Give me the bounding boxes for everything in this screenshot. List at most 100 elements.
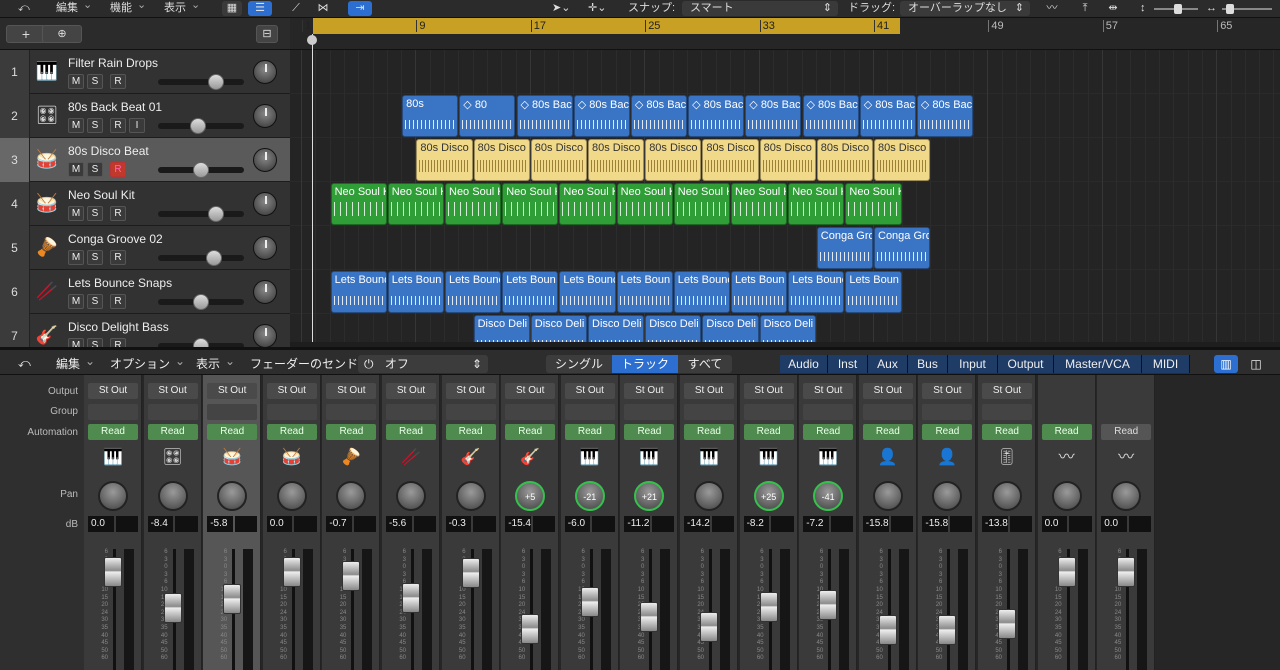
region[interactable]: Neo Soul K <box>330 183 387 225</box>
pan-knob[interactable]: +25 <box>753 481 784 511</box>
back-arrow-icon[interactable]: ⤺ <box>18 0 30 18</box>
automation-mode[interactable]: Read <box>266 424 317 440</box>
region[interactable]: 80s Disco <box>816 139 873 181</box>
volume-fader[interactable] <box>819 590 838 620</box>
pan-knob[interactable]: +21 <box>634 481 665 511</box>
volume-fader[interactable] <box>640 602 659 632</box>
group-slot[interactable] <box>326 404 377 420</box>
back-arrow-icon[interactable]: ⤺ <box>18 354 31 372</box>
region[interactable]: Lets Bounc <box>673 271 730 313</box>
track-lane[interactable] <box>290 226 1280 270</box>
horizontal-zoom-slider[interactable] <box>1222 4 1272 14</box>
region[interactable]: 80s Disco <box>874 139 931 181</box>
track-name[interactable]: Filter Rain Drops <box>68 56 158 70</box>
group-slot[interactable] <box>207 404 258 420</box>
automation-mode[interactable]: Read <box>147 424 198 440</box>
automation-mode[interactable]: Read <box>982 424 1032 440</box>
output-slot[interactable]: St Out <box>564 383 615 399</box>
fit-vertical-icon[interactable]: ⤒ <box>1074 1 1096 16</box>
group-slot[interactable] <box>624 404 675 420</box>
output-slot[interactable]: St Out <box>862 383 913 399</box>
group-slot[interactable] <box>982 404 1032 420</box>
region[interactable]: Neo Soul K <box>445 183 502 225</box>
volume-slider[interactable] <box>158 74 244 90</box>
volume-slider[interactable] <box>158 206 244 222</box>
waveform-zoom-icon[interactable]: 〰 <box>1040 1 1064 16</box>
pan-knob[interactable] <box>1111 481 1142 511</box>
volume-fader[interactable] <box>998 609 1016 639</box>
pan-knob[interactable] <box>253 280 277 304</box>
pan-knob[interactable] <box>253 148 277 172</box>
region[interactable]: Lets Bounc <box>788 271 845 313</box>
volume-knob[interactable] <box>193 162 209 178</box>
volume-knob[interactable] <box>208 74 224 90</box>
volume-fader[interactable] <box>759 592 778 622</box>
output-slot[interactable]: St Out <box>743 383 794 399</box>
automation-mode[interactable]: Read <box>803 424 854 440</box>
edit-menu[interactable]: 編集 <box>56 0 92 18</box>
pan-knob[interactable]: -41 <box>813 481 844 511</box>
automation-mode[interactable]: Read <box>88 424 138 440</box>
volume-fader[interactable] <box>580 587 599 617</box>
volume-fader[interactable] <box>104 557 122 587</box>
automation-mode[interactable]: Read <box>1041 424 1092 440</box>
global-tracks-button[interactable]: ⊟ <box>256 25 278 43</box>
playhead[interactable] <box>312 34 313 342</box>
pan-knob[interactable] <box>253 192 277 216</box>
region[interactable]: Conga Gro <box>816 227 873 269</box>
solo-button[interactable]: S <box>87 294 103 309</box>
record-enable-button[interactable]: R <box>110 74 126 89</box>
volume-slider[interactable] <box>158 250 244 266</box>
automation-mode[interactable]: Read <box>922 424 973 440</box>
mixer-view-menu[interactable]: 表示 <box>196 355 235 373</box>
volume-knob[interactable] <box>206 250 222 266</box>
pan-knob[interactable] <box>872 481 903 511</box>
mute-button[interactable]: M <box>68 206 84 221</box>
mixer-options-menu[interactable]: オプション <box>110 355 185 373</box>
volume-fader[interactable] <box>1117 557 1136 587</box>
pan-knob[interactable] <box>253 236 277 260</box>
view-menu[interactable]: 表示 <box>164 0 200 18</box>
track-lane[interactable] <box>290 50 1280 94</box>
output-slot[interactable]: St Out <box>684 383 734 399</box>
region[interactable]: Neo Soul K <box>845 183 902 225</box>
volume-slider[interactable] <box>158 162 244 178</box>
region[interactable]: Disco Deli <box>645 315 702 342</box>
pan-knob[interactable] <box>253 104 277 128</box>
region[interactable]: Neo Soul K <box>616 183 673 225</box>
group-slot[interactable] <box>743 404 794 420</box>
output-slot[interactable]: St Out <box>147 383 198 399</box>
region[interactable]: Conga Gro <box>874 227 931 269</box>
pan-knob[interactable] <box>455 481 486 511</box>
crosshair-tool-icon[interactable]: ✛⌄ <box>588 0 606 18</box>
region[interactable]: Neo Soul K <box>731 183 788 225</box>
filter-bus[interactable]: Bus <box>908 355 948 373</box>
region[interactable]: Lets Boun <box>387 271 444 313</box>
output-slot[interactable]: St Out <box>386 383 436 399</box>
output-slot[interactable]: St Out <box>445 383 496 399</box>
track-header[interactable]: 3 🥁 80s Disco Beat M S R <box>0 138 290 182</box>
automation-mode[interactable]: Read <box>445 424 496 440</box>
region[interactable]: ◇ 80s Back <box>630 95 688 137</box>
add-track-button[interactable]: + <box>6 25 46 43</box>
volume-fader[interactable] <box>402 583 420 613</box>
pointer-tool-icon[interactable]: ➤⌄ <box>552 0 570 18</box>
pan-knob[interactable] <box>932 481 963 511</box>
output-slot[interactable]: St Out <box>207 383 258 399</box>
volume-fader[interactable] <box>700 612 718 642</box>
volume-fader[interactable] <box>461 558 480 588</box>
mute-button[interactable]: M <box>68 250 84 265</box>
pan-knob[interactable] <box>253 324 277 348</box>
function-menu[interactable]: 機能 <box>110 0 146 18</box>
pan-knob[interactable] <box>157 481 188 511</box>
region[interactable]: Lets Boun <box>845 271 902 313</box>
volume-fader[interactable] <box>282 557 301 587</box>
group-slot[interactable] <box>922 404 973 420</box>
region[interactable]: Neo Soul K <box>788 183 845 225</box>
region[interactable]: Neo Soul K <box>502 183 559 225</box>
flex-icon[interactable]: ⋈ <box>312 1 334 16</box>
region[interactable]: ◇ 80s Back <box>745 95 802 137</box>
pan-knob[interactable] <box>217 481 248 511</box>
filter-midi[interactable]: MIDI <box>1142 355 1190 373</box>
pan-knob[interactable] <box>694 481 724 511</box>
